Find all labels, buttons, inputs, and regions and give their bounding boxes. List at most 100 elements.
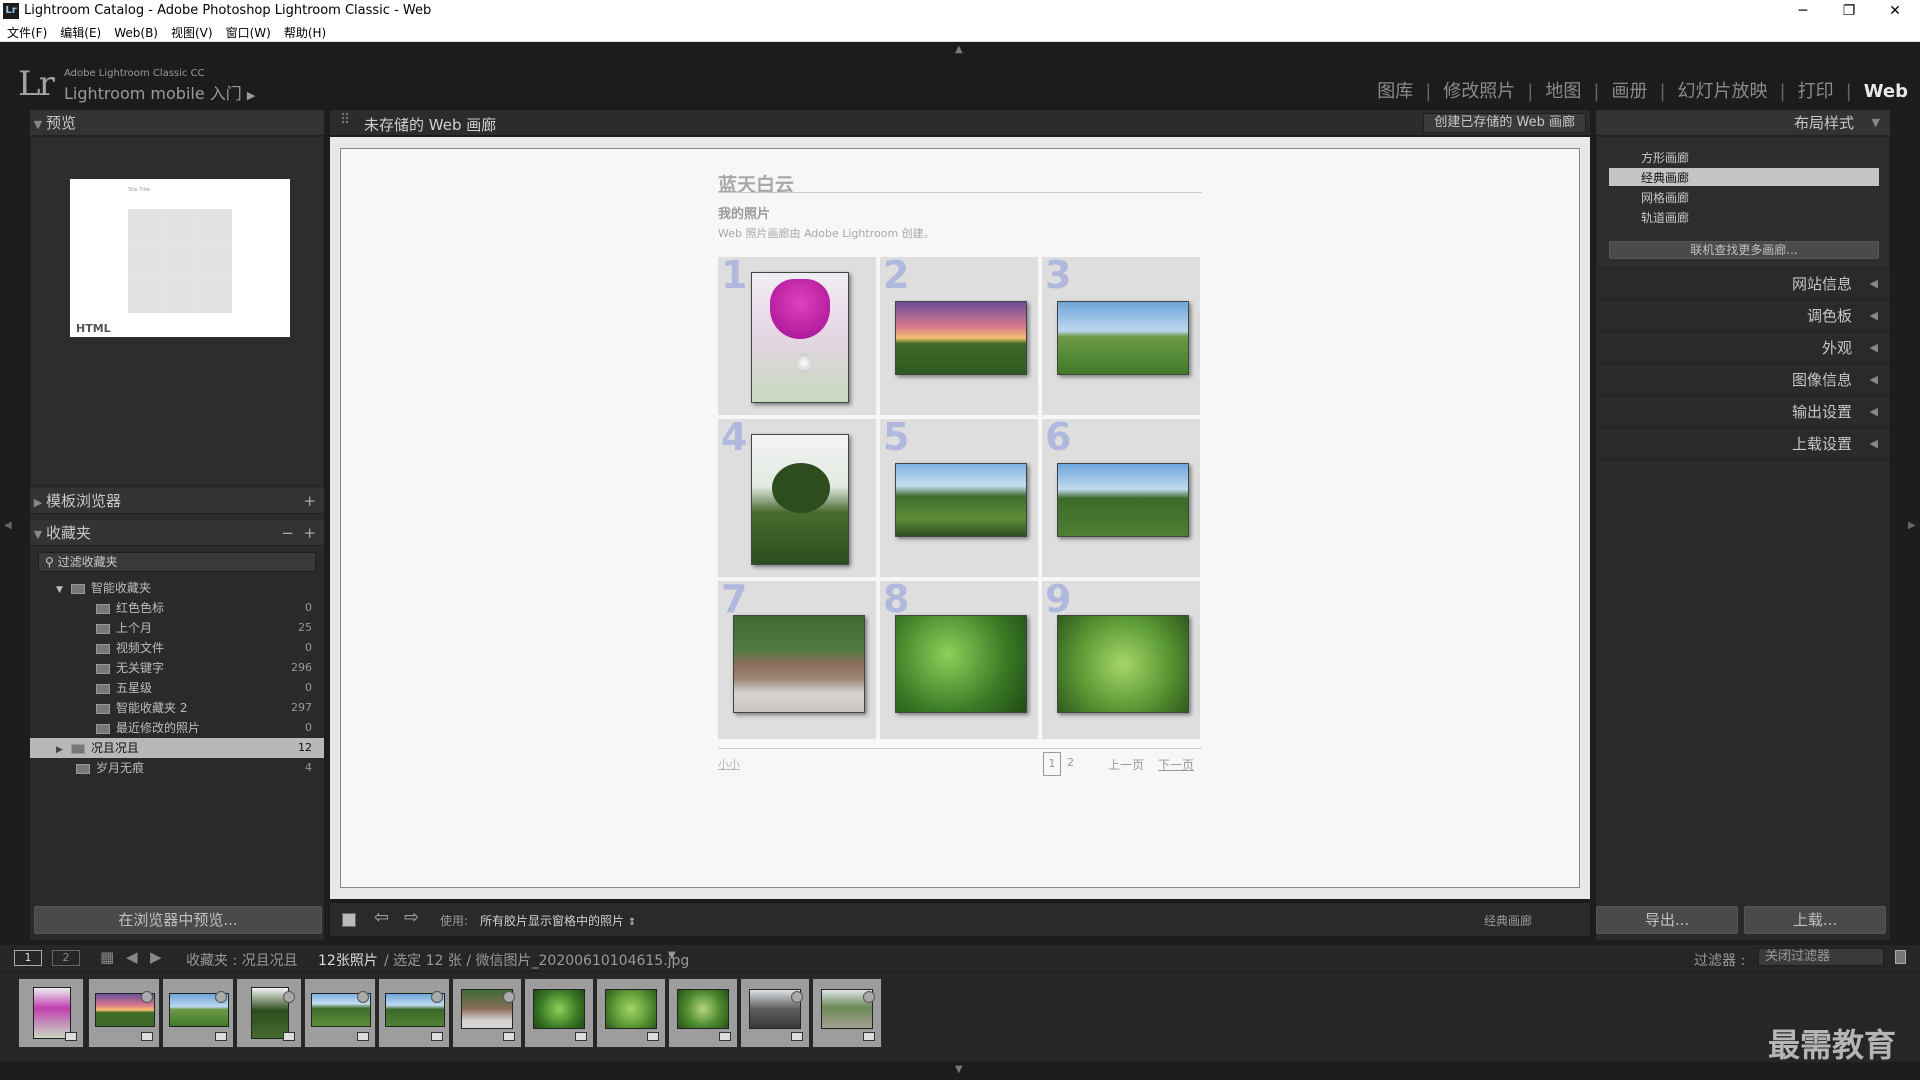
gallery-cell[interactable]: 6 [1042,415,1202,579]
top-panel-toggle-icon[interactable]: ▲ [955,44,963,55]
filmstrip-thumb[interactable] [812,978,882,1048]
module-book[interactable]: 画册 [1611,81,1647,102]
back-arrow-icon[interactable]: ◀ [126,948,138,966]
left-panel-toggle-icon[interactable]: ◀ [4,520,12,531]
module-develop[interactable]: 修改照片 [1443,81,1515,102]
preview-in-browser-button[interactable]: 在浏览器中预览... [34,906,322,934]
restore-icon[interactable]: ❐ [1826,0,1872,22]
layout-grid[interactable]: 网格画廊 [1641,189,1689,206]
collection-item[interactable]: 最近修改的照片 0 [30,718,324,738]
smart-collection-set[interactable]: ▼ 智能收藏夹 [30,578,324,598]
remove-collection-icon[interactable]: − [281,520,294,546]
bottom-panel-toggle-icon[interactable]: ▼ [955,1064,963,1075]
filmstrip-thumb[interactable] [596,978,666,1048]
filter-lock-icon[interactable] [1895,950,1906,964]
title-bar: Lr Lightroom Catalog - Adobe Photoshop L… [0,0,1920,22]
filmstrip-thumb[interactable] [304,978,376,1048]
forward-arrow-icon[interactable]: ▶ [150,948,162,966]
minimize-icon[interactable]: ─ [1780,0,1826,22]
right-panel-toggle-icon[interactable]: ▶ [1908,520,1916,531]
close-icon[interactable]: ✕ [1872,0,1918,22]
section-appearance[interactable]: 外观 ◀ [1596,332,1890,364]
gallery-cell[interactable]: 4 [718,415,878,579]
source-path[interactable]: 收藏夹 : 况且况且 [186,950,298,970]
create-saved-gallery-button[interactable]: 创建已存储的 Web 画廊 [1423,113,1586,133]
gallery-cell[interactable]: 8 [880,577,1040,741]
screen-1-button[interactable]: 1 [14,950,42,966]
page-1-button[interactable]: 1 [1043,752,1061,776]
gallery-subtitle[interactable]: 我的照片 [718,203,770,222]
gallery-footer-text[interactable]: 小小 [718,756,740,772]
menu-window[interactable]: 窗口(W) [219,22,277,41]
collection-item[interactable]: 红色色标 0 [30,598,324,618]
filmstrip-thumb[interactable] [236,978,302,1048]
menu-help[interactable]: 帮助(H) [277,22,332,41]
menu-web[interactable]: Web(B) [107,24,164,40]
prev-page-link[interactable]: 上一页 [1108,756,1144,773]
collection-item-selected[interactable]: ▶ 况且况且 12 [30,738,324,758]
gallery-cell[interactable]: 9 [1042,577,1202,741]
layout-square[interactable]: 方形画廊 [1641,149,1689,166]
collection-label: 视频文件 [116,641,165,655]
gallery-cell[interactable]: 7 [718,577,878,741]
filter-select[interactable]: 关闭过滤器 [1758,948,1884,966]
section-output-settings[interactable]: 输出设置 ◀ [1596,396,1890,428]
add-collection-icon[interactable]: + [303,520,316,546]
menu-file[interactable]: 文件(F) [0,22,53,41]
gallery-cell[interactable]: 2 [880,253,1040,417]
gallery-description[interactable]: Web 照片画廊由 Adobe Lightroom 创建。 [718,225,935,241]
find-more-galleries-button[interactable]: 联机查找更多画廊... [1609,241,1879,259]
collection-item[interactable]: 岁月无痕 4 [30,758,324,778]
preview-header[interactable]: ▼ 预览 [30,110,324,136]
export-button[interactable]: 导出... [1596,906,1738,934]
collection-item[interactable]: 上个月 25 [30,618,324,638]
upload-button[interactable]: 上载... [1744,906,1886,934]
section-site-info[interactable]: 网站信息 ◀ [1596,268,1890,300]
gallery-cell[interactable]: 5 [880,415,1040,579]
section-upload-settings[interactable]: 上载设置 ◀ [1596,428,1890,460]
grid-icon[interactable]: ▦ [100,948,114,966]
mobile-link[interactable]: Lightroom mobile 入门 ▶ [64,80,255,104]
template-browser-header[interactable]: ▶ 模板浏览器 + [30,488,324,514]
updown-icon: ⇕ [627,917,637,928]
module-library[interactable]: 图库 [1377,81,1413,102]
selection-dropdown-icon[interactable]: ▼ [668,950,676,961]
filmstrip-thumb[interactable] [88,978,160,1048]
use-select[interactable]: 所有胶片显示窗格中的照片 ⇕ [480,912,636,929]
add-template-icon[interactable]: + [303,488,316,514]
filmstrip-thumb[interactable] [18,978,84,1048]
gallery-cell[interactable]: 3 [1042,253,1202,417]
filmstrip-thumb[interactable] [668,978,738,1048]
filmstrip-thumb[interactable] [524,978,594,1048]
section-color-palette[interactable]: 调色板 ◀ [1596,300,1890,332]
page-2-link[interactable]: 2 [1067,756,1074,769]
collection-icon [76,763,90,774]
collection-item[interactable]: 智能收藏夹 2 297 [30,698,324,718]
module-web[interactable]: Web [1864,81,1908,102]
menu-view[interactable]: 视图(V) [164,22,219,41]
filmstrip-thumb[interactable] [452,978,522,1048]
gallery-cell[interactable]: 1 [718,253,878,417]
previous-icon[interactable]: ⇦ [374,907,389,928]
filmstrip-thumb[interactable] [378,978,450,1048]
filmstrip-thumb[interactable] [740,978,810,1048]
screen-2-button[interactable]: 2 [52,950,80,966]
module-slideshow[interactable]: 幻灯片放映 [1678,81,1768,102]
layout-style-header[interactable]: 布局样式 ▼ [1596,110,1890,136]
layout-classic[interactable]: 经典画廊 [1641,169,1689,186]
stop-icon[interactable] [342,913,356,927]
selection-info[interactable]: / 选定 12 张 / 微信图片_20200610104615.jpg [384,950,689,970]
next-icon[interactable]: ⇨ [404,907,419,928]
next-page-link[interactable]: 下一页 [1158,756,1194,773]
filmstrip-thumb[interactable] [162,978,234,1048]
collection-item[interactable]: 五星级 0 [30,678,324,698]
collection-filter-input[interactable]: ⚲ 过滤收藏夹 [38,552,316,572]
section-image-info[interactable]: 图像信息 ◀ [1596,364,1890,396]
menu-edit[interactable]: 编辑(E) [53,22,107,41]
module-map[interactable]: 地图 [1545,81,1581,102]
collection-item[interactable]: 视频文件 0 [30,638,324,658]
collection-item[interactable]: 无关键字 296 [30,658,324,678]
collections-header[interactable]: ▼ 收藏夹 − + [30,520,324,546]
layout-track[interactable]: 轨道画廊 [1641,209,1689,226]
module-print[interactable]: 打印 [1798,81,1834,102]
